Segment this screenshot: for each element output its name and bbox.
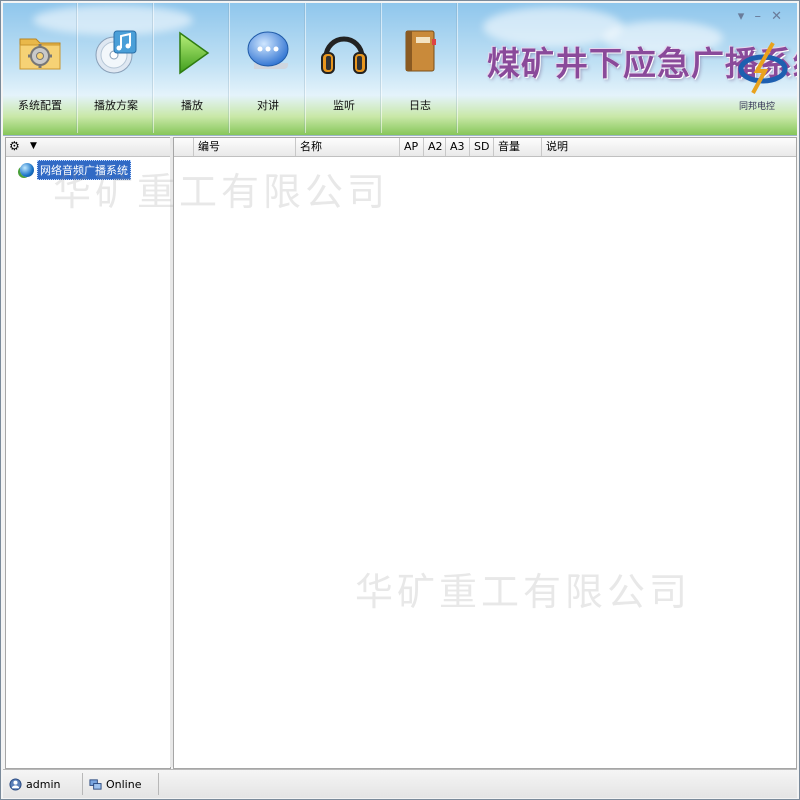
- log-book-icon: [405, 30, 436, 72]
- status-user-label: admin: [26, 777, 61, 791]
- system-config-label: 系统配置: [18, 99, 62, 112]
- column-header-name[interactable]: 名称: [296, 138, 400, 156]
- tree-header: ⚙ ▼: [6, 138, 170, 157]
- device-grid: 编号 名称 AP A2 A3 SD 音量 说明: [173, 137, 797, 769]
- column-header-id[interactable]: 编号: [194, 138, 296, 156]
- column-header-a2[interactable]: A2: [424, 138, 446, 156]
- globe-icon: [20, 163, 34, 177]
- intercom-button[interactable]: 对讲: [231, 3, 306, 133]
- status-user: admin: [5, 773, 83, 795]
- logo-caption: 同邦电控: [739, 102, 776, 112]
- window-controls: ▾ – ✕: [738, 9, 785, 24]
- status-connection: Online: [85, 773, 159, 795]
- toolbar: 系统配置 播放方案 播放 对讲 监听 日志 煤矿井下应急广播系统 同邦电控 ▾ …: [3, 3, 797, 136]
- menu-down-icon[interactable]: ▾: [738, 9, 748, 24]
- headphones-icon: [321, 36, 367, 74]
- monitor-label: 监听: [333, 99, 355, 112]
- chevron-down-icon[interactable]: ▼: [30, 141, 37, 151]
- tree-node-label: 网络音频广播系统: [37, 160, 131, 180]
- company-logo-icon: [738, 42, 788, 94]
- column-header-select[interactable]: [174, 138, 194, 156]
- monitor-button[interactable]: 监听: [307, 3, 382, 133]
- column-header-description[interactable]: 说明: [542, 138, 794, 156]
- playback-plan-label: 播放方案: [94, 99, 138, 112]
- system-config-button[interactable]: 系统配置: [3, 3, 78, 133]
- play-icon: [179, 31, 210, 75]
- music-cd-icon: [95, 30, 137, 74]
- grid-header: 编号 名称 AP A2 A3 SD 音量 说明: [174, 138, 796, 157]
- user-icon: [9, 777, 22, 791]
- device-tree-panel: ⚙ ▼ 网络音频广播系统: [5, 137, 171, 769]
- intercom-label: 对讲: [257, 99, 279, 112]
- tree-options-icon[interactable]: ⚙: [9, 139, 20, 153]
- status-connection-label: Online: [106, 777, 142, 791]
- log-button[interactable]: 日志: [383, 3, 458, 133]
- log-label: 日志: [409, 99, 431, 112]
- status-bar: admin Online: [3, 769, 797, 798]
- column-header-volume[interactable]: 音量: [494, 138, 542, 156]
- chat-bubble-icon: [247, 31, 289, 69]
- column-header-ap[interactable]: AP: [400, 138, 424, 156]
- minimize-icon[interactable]: –: [754, 9, 764, 24]
- app-window: 系统配置 播放方案 播放 对讲 监听 日志 煤矿井下应急广播系统 同邦电控 ▾ …: [0, 0, 800, 800]
- play-label: 播放: [181, 99, 203, 112]
- column-header-a3[interactable]: A3: [446, 138, 470, 156]
- play-button[interactable]: 播放: [155, 3, 230, 133]
- tree-node-network-audio[interactable]: 网络音频广播系统: [20, 160, 131, 180]
- column-header-sd[interactable]: SD: [470, 138, 494, 156]
- settings-folder-icon: [19, 38, 61, 70]
- playback-plan-button[interactable]: 播放方案: [79, 3, 154, 133]
- network-computer-icon: [89, 778, 102, 790]
- close-icon[interactable]: ✕: [771, 9, 785, 24]
